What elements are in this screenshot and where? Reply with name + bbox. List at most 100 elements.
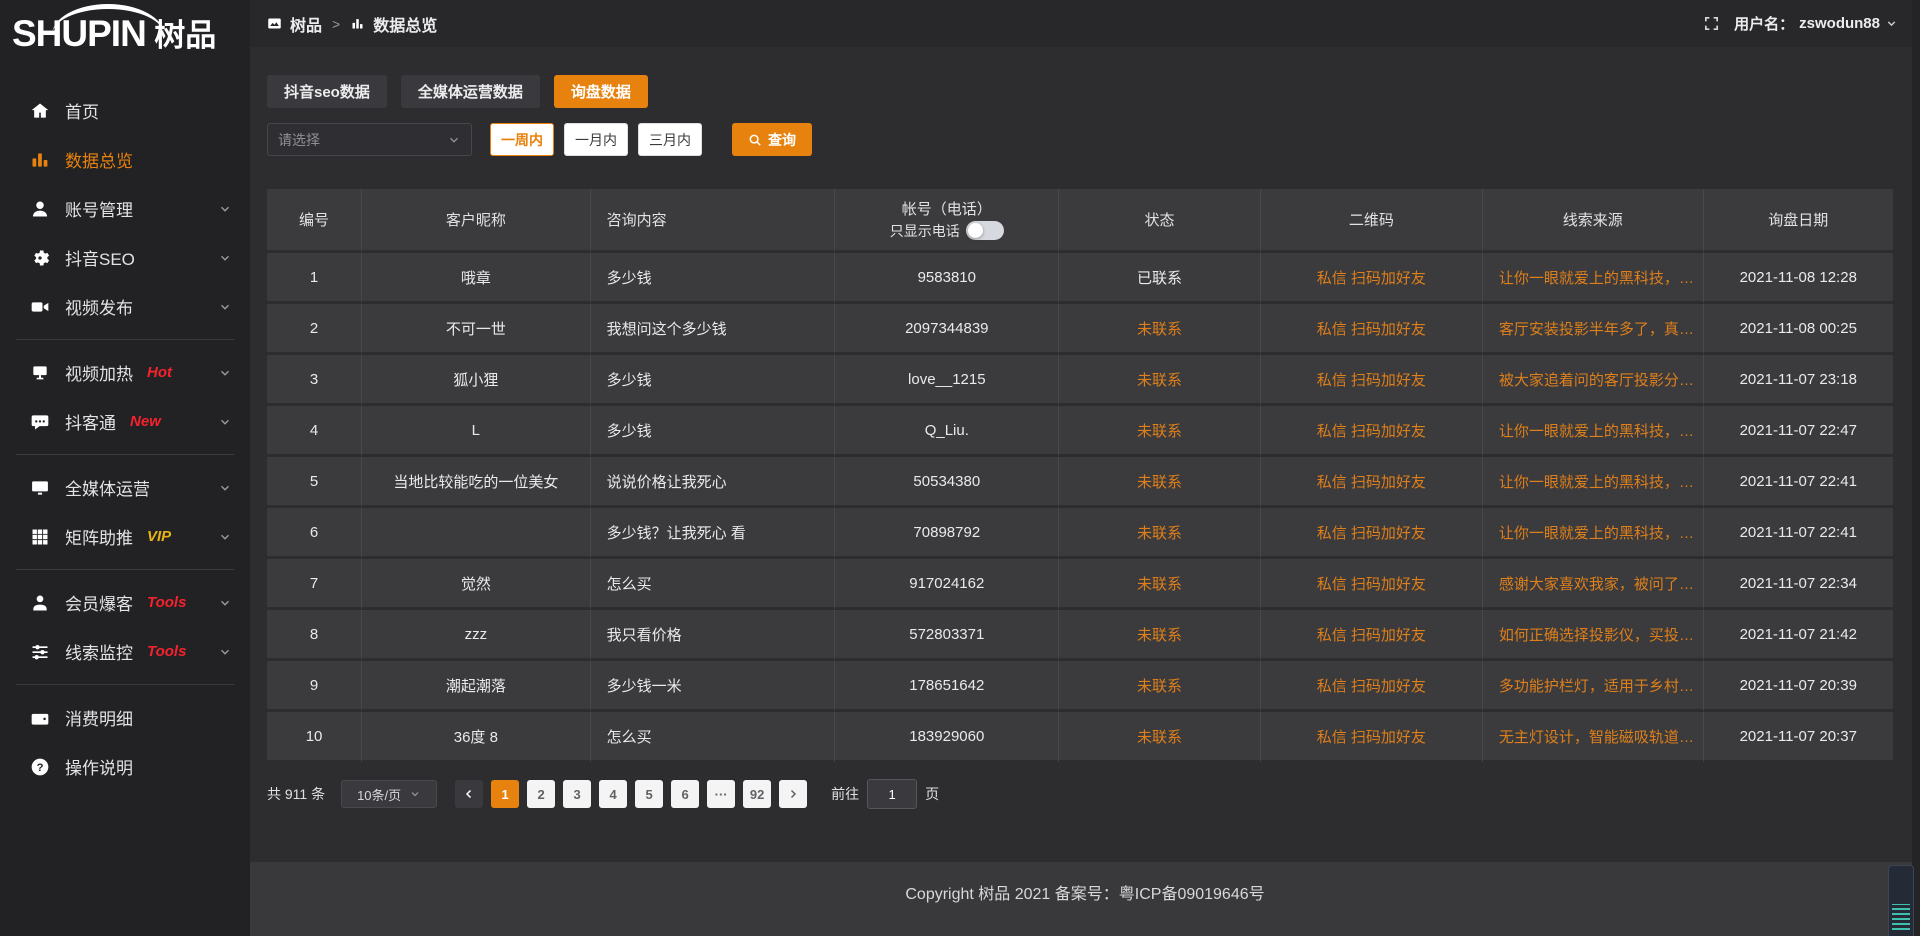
source-link[interactable]: 让你一眼就爱上的黑科技，能... — [1483, 406, 1704, 457]
cell-no: 1 — [267, 253, 362, 304]
source-link[interactable]: 让你一眼就爱上的黑科技，能... — [1483, 508, 1704, 559]
qr-link[interactable]: 私信 扫码加好友 — [1261, 406, 1483, 457]
qr-link[interactable]: 私信 扫码加好友 — [1261, 610, 1483, 661]
source-link[interactable]: 让你一眼就爱上的黑科技，能... — [1483, 253, 1704, 304]
sidebar-item-consume-detail[interactable]: 消费明细 — [0, 693, 250, 742]
sidebar-item-member-baoke[interactable]: 会员爆客Tools — [0, 578, 250, 627]
floating-widget[interactable] — [1888, 865, 1914, 936]
date-range-group: 一周内一月内三月内 — [490, 123, 702, 156]
source-link[interactable]: 如何正确选择投影仪，买投影... — [1483, 610, 1704, 661]
chat-icon — [30, 412, 50, 432]
sidebar-item-video-heat[interactable]: 视频加热Hot — [0, 348, 250, 397]
tab-全媒体运营数据[interactable]: 全媒体运营数据 — [401, 75, 540, 108]
page-size-select[interactable]: 10条/页 — [341, 780, 437, 808]
goto-page-input[interactable] — [867, 779, 917, 809]
page-button-5[interactable]: 5 — [635, 780, 663, 808]
topbar-right: 用户名： zswodun88 — [1703, 13, 1898, 34]
cell-no: 6 — [267, 508, 362, 559]
qr-link[interactable]: 私信 扫码加好友 — [1261, 355, 1483, 406]
sidebar-item-account-manage[interactable]: 账号管理 — [0, 184, 250, 233]
goto-label: 前往 — [831, 784, 859, 804]
sidebar-item-badge: Hot — [147, 364, 172, 381]
col-header-nickname: 客户昵称 — [362, 189, 591, 253]
page-button-3[interactable]: 3 — [563, 780, 591, 808]
sidebar-item-media-ops[interactable]: 全媒体运营 — [0, 463, 250, 512]
sidebar-item-help[interactable]: ?操作说明 — [0, 742, 250, 791]
page-ellipsis[interactable]: ··· — [707, 780, 735, 808]
cell-nickname: 不可一世 — [362, 304, 591, 355]
page-button-2[interactable]: 2 — [527, 780, 555, 808]
table-row: 8zzz我只看价格572803371未联系私信 扫码加好友如何正确选择投影仪，买… — [267, 610, 1893, 661]
pagination-total: 共 911 条 — [267, 784, 325, 804]
qr-link[interactable]: 私信 扫码加好友 — [1261, 253, 1483, 304]
page-button-1[interactable]: 1 — [491, 780, 519, 808]
source-link[interactable]: 多功能护栏灯，适用于乡村文... — [1483, 661, 1704, 712]
chevron-down-icon — [218, 202, 232, 216]
sidebar-divider — [16, 569, 234, 570]
qr-link[interactable]: 私信 扫码加好友 — [1261, 457, 1483, 508]
page-size-value: 10条/页 — [357, 785, 401, 804]
cell-date: 2021-11-07 22:34 — [1704, 559, 1893, 610]
chevron-down-icon — [409, 788, 421, 800]
grid-icon — [30, 527, 50, 547]
cell-date: 2021-11-07 23:18 — [1704, 355, 1893, 406]
qr-link[interactable]: 私信 扫码加好友 — [1261, 559, 1483, 610]
qr-link[interactable]: 私信 扫码加好友 — [1261, 661, 1483, 712]
cell-account: 917024162 — [835, 559, 1059, 610]
chevron-down-icon — [447, 133, 461, 147]
sidebar-item-data-overview[interactable]: 数据总览 — [0, 135, 250, 184]
cell-content: 多少钱？让我死心 看 — [591, 508, 836, 559]
sidebar-item-matrix-boost[interactable]: 矩阵助推VIP — [0, 512, 250, 561]
page-button-6[interactable]: 6 — [671, 780, 699, 808]
filter-select[interactable]: 请选择 — [267, 123, 472, 156]
range-button[interactable]: 一月内 — [564, 123, 628, 156]
table-row: 6多少钱？让我死心 看70898792未联系私信 扫码加好友让你一眼就爱上的黑科… — [267, 508, 1893, 559]
source-link[interactable]: 感谢大家喜欢我家，被问了好... — [1483, 559, 1704, 610]
sidebar-item-clue-monitor[interactable]: 线索监控Tools — [0, 627, 250, 676]
status-badge: 未联系 — [1059, 355, 1261, 406]
col-header-content: 咨询内容 — [591, 189, 836, 253]
sidebar-item-home[interactable]: 首页 — [0, 86, 250, 135]
qr-link[interactable]: 私信 扫码加好友 — [1261, 304, 1483, 355]
sidebar-item-douketong[interactable]: 抖客通New — [0, 397, 250, 446]
qr-link[interactable]: 私信 扫码加好友 — [1261, 508, 1483, 559]
page-button-group: 123456 ··· 92 — [491, 780, 771, 808]
chevron-down-icon — [218, 645, 232, 659]
user-menu[interactable]: 用户名： zswodun88 — [1734, 13, 1898, 34]
source-link[interactable]: 让你一眼就爱上的黑科技，能... — [1483, 457, 1704, 508]
sidebar-item-douyin-seo[interactable]: 抖音SEO — [0, 233, 250, 282]
cell-account: 183929060 — [835, 712, 1059, 763]
fullscreen-icon[interactable] — [1703, 15, 1720, 32]
col-header-id: 编号 — [267, 189, 362, 253]
status-badge: 未联系 — [1059, 406, 1261, 457]
range-button[interactable]: 一周内 — [490, 123, 554, 156]
prev-page-button[interactable] — [455, 780, 483, 808]
sidebar-item-label: 线索监控 — [65, 639, 133, 664]
cell-account: 9583810 — [835, 253, 1059, 304]
breadcrumb-current: 数据总览 — [373, 12, 437, 36]
sidebar-item-video-publish[interactable]: 视频发布 — [0, 282, 250, 331]
tab-询盘数据[interactable]: 询盘数据 — [554, 75, 648, 108]
source-link[interactable]: 客厅安装投影半年多了，真实... — [1483, 304, 1704, 355]
data-tabs: 抖音seo数据全媒体运营数据询盘数据 — [267, 75, 1893, 108]
goto-page: 前往 页 — [831, 779, 939, 809]
breadcrumb-home[interactable]: 树品 — [290, 12, 322, 36]
cell-content: 我只看价格 — [591, 610, 836, 661]
table-row: 7觉然怎么买917024162未联系私信 扫码加好友感谢大家喜欢我家，被问了好.… — [267, 559, 1893, 610]
next-page-button[interactable] — [779, 780, 807, 808]
range-button[interactable]: 三月内 — [638, 123, 702, 156]
scrollbar[interactable] — [1912, 0, 1920, 936]
phone-only-toggle[interactable] — [966, 221, 1004, 240]
cell-account: love__1215 — [835, 355, 1059, 406]
phone-only-label: 只显示电话 — [890, 220, 960, 242]
qr-link[interactable]: 私信 扫码加好友 — [1261, 712, 1483, 763]
page-button-92[interactable]: 92 — [743, 780, 771, 808]
source-link[interactable]: 被大家追着问的客厅投影分享... — [1483, 355, 1704, 406]
gear-icon — [30, 248, 50, 268]
page-button-4[interactable]: 4 — [599, 780, 627, 808]
status-badge: 未联系 — [1059, 559, 1261, 610]
user-icon — [30, 199, 50, 219]
tab-抖音seo数据[interactable]: 抖音seo数据 — [267, 75, 387, 108]
source-link[interactable]: 无主灯设计，智能磁吸轨道灯... — [1483, 712, 1704, 763]
search-button[interactable]: 查询 — [732, 123, 812, 156]
